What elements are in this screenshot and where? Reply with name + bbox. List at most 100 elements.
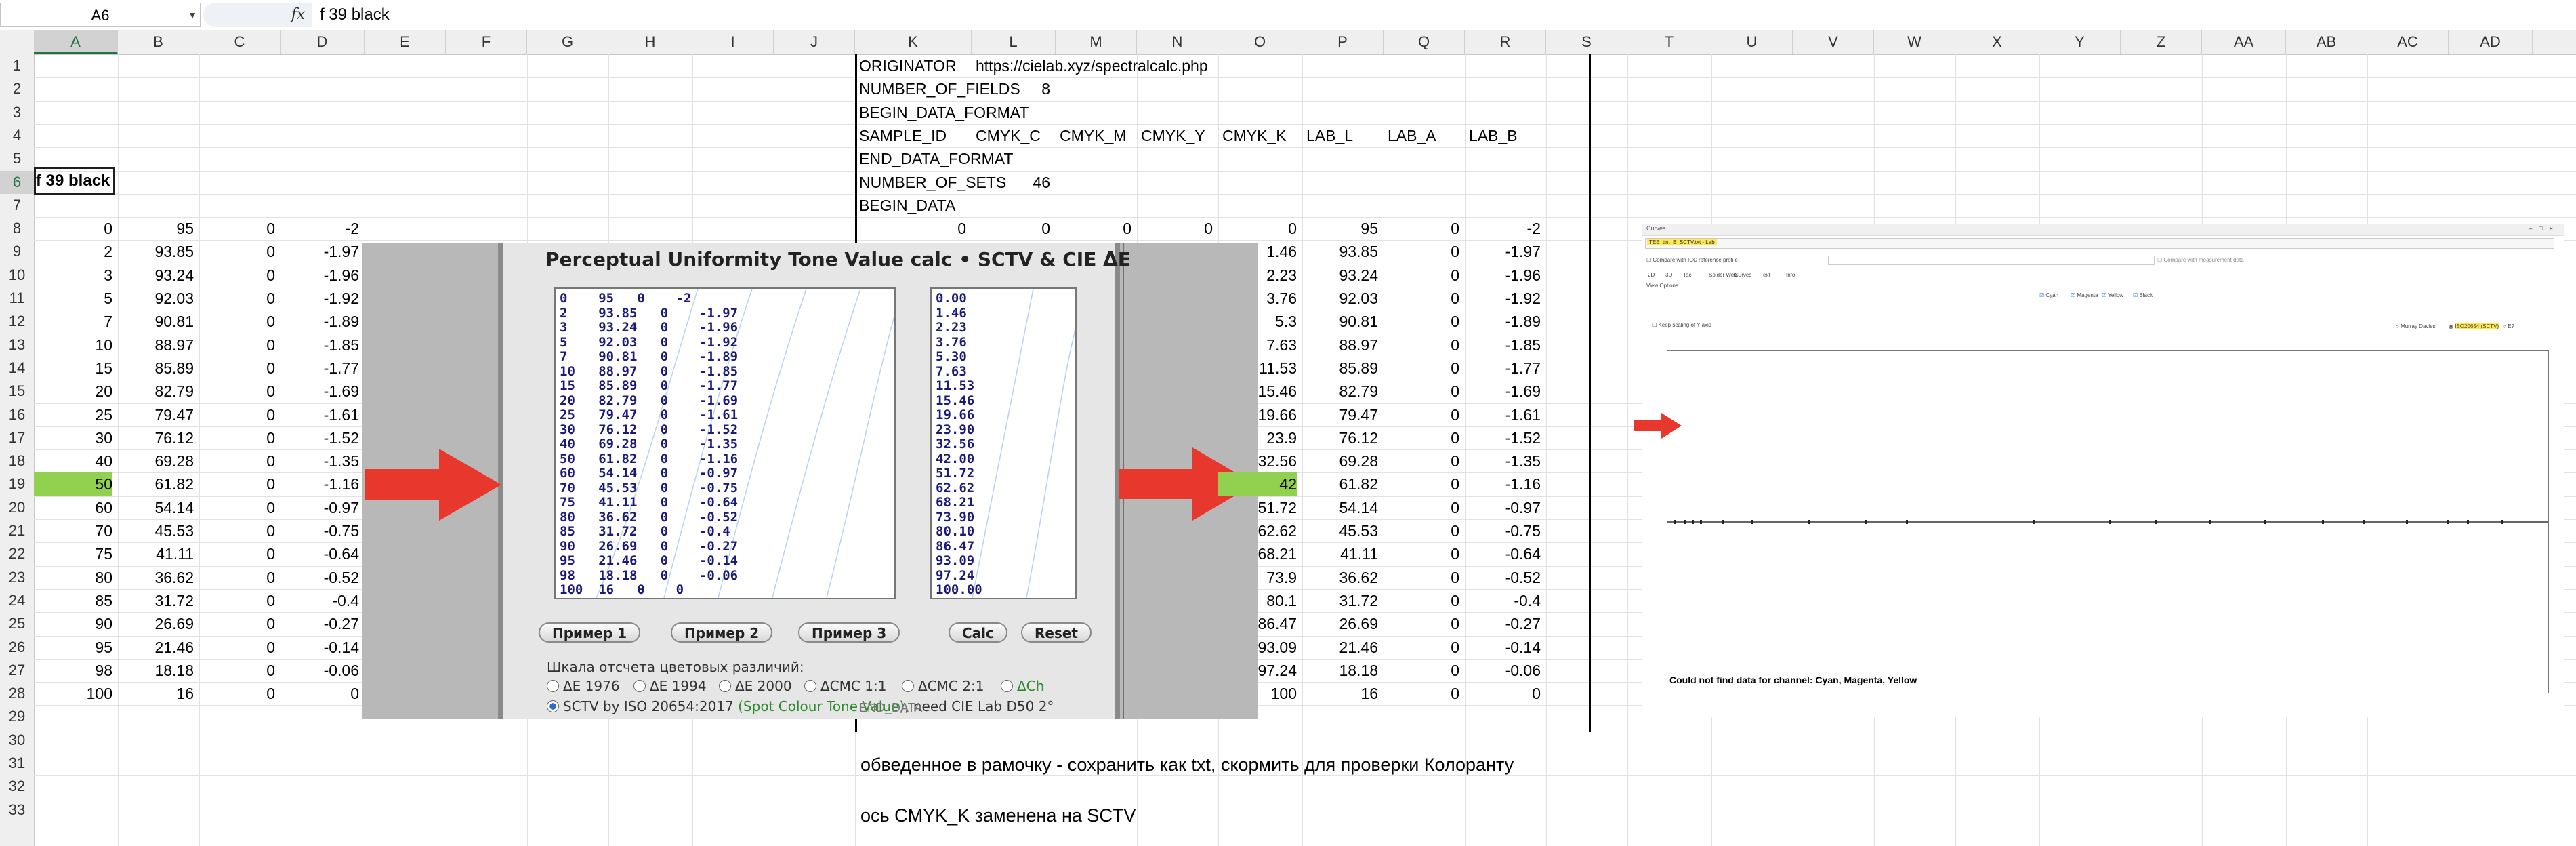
calc-button[interactable]: Calc <box>949 622 1007 643</box>
cell-P28[interactable]: 16 <box>1302 682 1378 705</box>
cell-C28[interactable]: 0 <box>199 682 275 705</box>
calc-output-textarea[interactable]: 0.00 1.46 2.23 3.76 5.30 7.63 11.53 15.4… <box>930 287 1077 599</box>
column-header-L[interactable]: L <box>972 30 1056 54</box>
app-channel-black[interactable]: ☑ Black <box>2133 292 2153 298</box>
cell-D28[interactable]: 0 <box>281 682 359 705</box>
column-header-B[interactable]: B <box>118 30 199 54</box>
cell-O17[interactable]: 23.9 <box>1218 426 1297 449</box>
cell-P9[interactable]: 93.85 <box>1302 240 1378 263</box>
radio-cmc21[interactable]: ΔCMC 2:1 <box>902 678 984 694</box>
cell-P10[interactable]: 93.24 <box>1302 264 1378 287</box>
cell-O25[interactable]: 86.47 <box>1218 612 1297 635</box>
row-header-15[interactable]: 15 <box>0 380 34 403</box>
cell-R25[interactable]: -0.27 <box>1465 612 1541 635</box>
row-header-13[interactable]: 13 <box>0 334 34 357</box>
cell-Q16[interactable]: 0 <box>1384 403 1459 426</box>
cell-D19[interactable]: -1.16 <box>281 472 359 496</box>
app-tab-spider-web[interactable]: Spider Web <box>1709 272 1737 278</box>
calc-input-text[interactable]: 0 95 0 -2 2 93.85 0 -1.97 3 93.24 0 -1.9… <box>556 289 894 598</box>
cell-D16[interactable]: -1.61 <box>281 403 359 426</box>
row-header-5[interactable]: 5 <box>0 147 34 170</box>
app-channel-cyan[interactable]: ☑ Cyan <box>2039 292 2058 298</box>
cell-O22[interactable]: 68.21 <box>1218 542 1297 565</box>
cell-R19[interactable]: -1.16 <box>1465 472 1541 496</box>
cell-B23[interactable]: 36.62 <box>118 566 194 589</box>
cell-P12[interactable]: 90.81 <box>1302 310 1378 333</box>
cell-C25[interactable]: 0 <box>199 612 275 635</box>
cell-D24[interactable]: -0.4 <box>281 589 359 612</box>
column-header-Z[interactable]: Z <box>2121 30 2202 54</box>
app-keep-scaling[interactable]: ☐ Keep scaling of Y axis <box>1652 322 1711 328</box>
cell-O16[interactable]: 19.66 <box>1218 403 1297 426</box>
cell-O8[interactable]: 0 <box>1218 217 1297 240</box>
cell-Q20[interactable]: 0 <box>1384 496 1459 519</box>
column-header-H[interactable]: H <box>608 30 692 54</box>
app-tab-tac[interactable]: Tac <box>1683 272 1691 278</box>
row-header-22[interactable]: 22 <box>0 542 34 565</box>
cell-C16[interactable]: 0 <box>199 403 275 426</box>
row-header-17[interactable]: 17 <box>0 426 34 449</box>
cell-O18[interactable]: 32.56 <box>1218 449 1297 472</box>
column-header-D[interactable]: D <box>281 30 365 54</box>
cell-P27[interactable]: 18.18 <box>1302 659 1378 682</box>
row-header-2[interactable]: 2 <box>0 77 34 100</box>
cell-A15[interactable]: 20 <box>34 380 112 403</box>
cell-C27[interactable]: 0 <box>199 659 275 682</box>
cell-Q11[interactable]: 0 <box>1384 287 1459 310</box>
cell-Q24[interactable]: 0 <box>1384 589 1459 612</box>
cell-K7[interactable]: BEGIN_DATA <box>859 194 955 217</box>
cell-R10[interactable]: -1.96 <box>1465 264 1541 287</box>
cell-P4[interactable]: LAB_L <box>1306 124 1353 147</box>
cell-K29[interactable]: END_DATA <box>859 696 922 719</box>
cell-P25[interactable]: 26.69 <box>1302 612 1378 635</box>
cell-O23[interactable]: 73.9 <box>1218 566 1297 589</box>
formula-input[interactable]: f 39 black <box>320 3 390 27</box>
cell-P14[interactable]: 85.89 <box>1302 357 1378 380</box>
app-tab-2d[interactable]: 2D <box>1648 272 1655 278</box>
cell-R15[interactable]: -1.69 <box>1465 380 1541 403</box>
cell-C12[interactable]: 0 <box>199 310 275 333</box>
app-tab-3d[interactable]: 3D <box>1665 272 1672 278</box>
cell-Q18[interactable]: 0 <box>1384 449 1459 472</box>
row-header-32[interactable]: 32 <box>0 775 34 798</box>
cell-A24[interactable]: 85 <box>34 589 112 612</box>
cell-P16[interactable]: 79.47 <box>1302 403 1378 426</box>
cell-A12[interactable]: 7 <box>34 310 112 333</box>
cell-N8[interactable]: 0 <box>1137 217 1213 240</box>
cell-P8[interactable]: 95 <box>1302 217 1378 240</box>
cell-B12[interactable]: 90.81 <box>118 310 194 333</box>
cell-Q26[interactable]: 0 <box>1384 636 1459 659</box>
column-header-K[interactable]: K <box>855 30 972 54</box>
app-tab-text[interactable]: Text <box>1760 272 1770 278</box>
cell-R13[interactable]: -1.85 <box>1465 334 1541 357</box>
cell-L2[interactable]: 8 <box>972 77 1050 100</box>
cell-P18[interactable]: 69.28 <box>1302 449 1378 472</box>
cell-R16[interactable]: -1.61 <box>1465 403 1541 426</box>
cell-B25[interactable]: 26.69 <box>118 612 194 635</box>
cell-C8[interactable]: 0 <box>199 217 275 240</box>
cell-O28[interactable]: 100 <box>1218 682 1297 705</box>
row-header-4[interactable]: 4 <box>0 124 34 147</box>
cell-D9[interactable]: -1.97 <box>281 240 359 263</box>
cell-R11[interactable]: -1.92 <box>1465 287 1541 310</box>
cell-R20[interactable]: -0.97 <box>1465 496 1541 519</box>
cell-D21[interactable]: -0.75 <box>281 519 359 542</box>
cell-D20[interactable]: -0.97 <box>281 496 359 519</box>
cell-A9[interactable]: 2 <box>34 240 112 263</box>
cell-A11[interactable]: 5 <box>34 287 112 310</box>
cell-D14[interactable]: -1.77 <box>281 357 359 380</box>
select-all-corner[interactable] <box>0 30 35 55</box>
column-header-V[interactable]: V <box>1793 30 1874 54</box>
example-1-button[interactable]: Пример 1 <box>539 622 641 643</box>
cell-O14[interactable]: 11.53 <box>1218 357 1297 380</box>
cell-K4[interactable]: SAMPLE_ID <box>859 124 947 147</box>
cell-O20[interactable]: 51.72 <box>1218 496 1297 519</box>
example-2-button[interactable]: Пример 2 <box>671 622 773 643</box>
cell-P26[interactable]: 21.46 <box>1302 636 1378 659</box>
cell-C9[interactable]: 0 <box>199 240 275 263</box>
cell-Q21[interactable]: 0 <box>1384 519 1459 542</box>
cell-Q27[interactable]: 0 <box>1384 659 1459 682</box>
cell-P23[interactable]: 36.62 <box>1302 566 1378 589</box>
radio-cmc11[interactable]: ΔCMC 1:1 <box>804 678 886 694</box>
row-header-3[interactable]: 3 <box>0 101 34 124</box>
